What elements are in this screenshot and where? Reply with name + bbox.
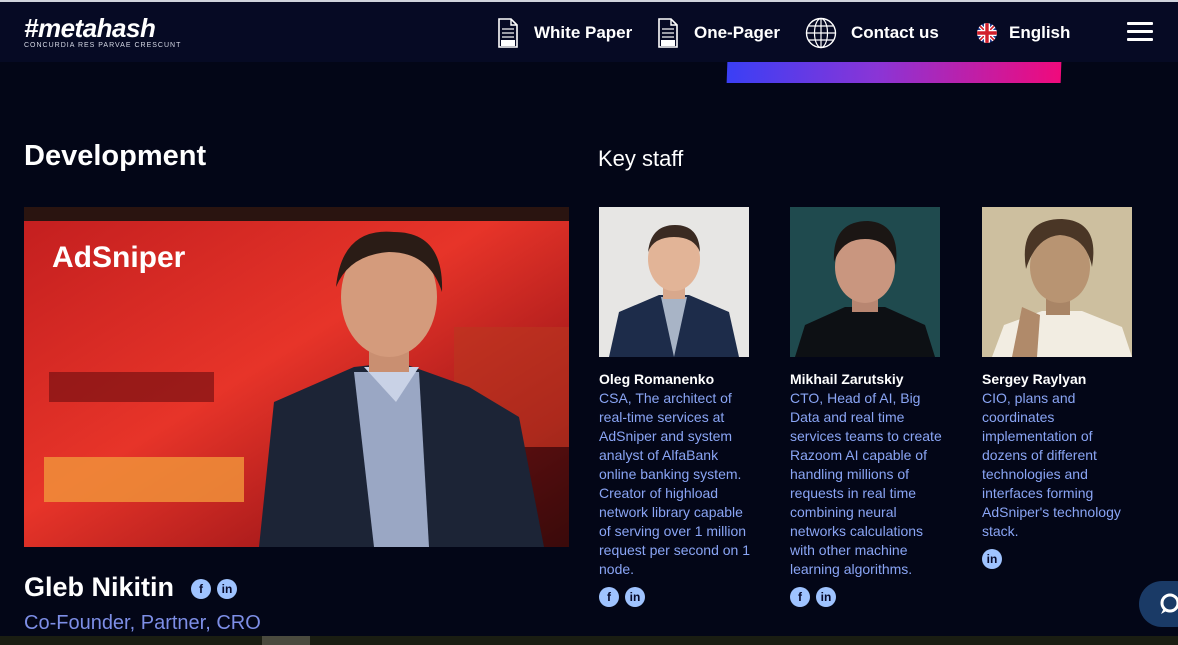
adsniper-brand-text: AdSniper [52, 241, 186, 274]
staff-name: Sergey Raylyan [982, 371, 1087, 387]
oleg-romanenko-photo [599, 207, 749, 357]
linkedin-icon[interactable]: in [982, 549, 1002, 569]
hamburger-menu-icon[interactable] [1127, 22, 1153, 42]
staff-name: Mikhail Zarutskiy [790, 371, 904, 387]
staff-social-links: in [982, 549, 1137, 569]
accent-gradient-bar [726, 62, 1062, 83]
site-header: #metahash CONCURDIA RES PARVAE CRESCUNT … [0, 2, 1178, 62]
facebook-icon[interactable]: f [191, 579, 211, 599]
globe-icon [805, 17, 837, 49]
linkedin-icon[interactable]: in [816, 587, 836, 607]
horizontal-scrollbar[interactable] [0, 636, 1178, 645]
language-label: English [1009, 23, 1071, 42]
development-title: Development [24, 140, 207, 172]
sergey-raylyan-photo [982, 207, 1132, 357]
linkedin-icon[interactable]: in [625, 587, 645, 607]
chat-bubble-icon [1160, 593, 1178, 614]
nav-white-paper[interactable]: White Paper [498, 16, 632, 50]
gleb-nikitin-photo: AdSniper [24, 207, 569, 547]
facebook-icon[interactable]: f [790, 587, 810, 607]
nav-contact-us-label: Contact us [851, 23, 939, 42]
language-selector[interactable]: English [977, 16, 1070, 50]
metahash-logo[interactable]: #metahash CONCURDIA RES PARVAE CRESCUNT [24, 13, 182, 49]
staff-card-oleg-romanenko: Oleg Romanenko CSA, The architect of rea… [599, 207, 754, 607]
staff-description: CIO, plans and coordinates implementatio… [982, 390, 1121, 539]
nav-contact-us[interactable]: Contact us [805, 16, 939, 50]
facebook-icon[interactable]: f [599, 587, 619, 607]
logo-tagline: CONCURDIA RES PARVAE CRESCUNT [24, 42, 182, 49]
nav-one-pager[interactable]: One-Pager [658, 16, 780, 50]
staff-social-links: f in [599, 587, 754, 607]
gleb-nikitin-social: f in [191, 579, 243, 599]
chat-widget-button[interactable] [1139, 581, 1178, 627]
gleb-nikitin-role: Co-Founder, Partner, CRO [24, 612, 261, 634]
logo-text: #metahash [24, 13, 156, 43]
nav-white-paper-label: White Paper [534, 23, 633, 42]
pdf-icon [498, 18, 518, 48]
key-staff-title: Key staff [598, 146, 684, 171]
nav-one-pager-label: One-Pager [694, 23, 780, 42]
linkedin-icon[interactable]: in [217, 579, 237, 599]
mikhail-zarutskiy-photo [790, 207, 940, 357]
staff-social-links: f in [790, 587, 945, 607]
scrollbar-thumb[interactable] [262, 636, 310, 645]
gleb-nikitin-name: Gleb Nikitin [24, 572, 175, 602]
staff-name: Oleg Romanenko [599, 371, 715, 387]
staff-description: CSA, The architect of real-time services… [599, 390, 750, 577]
staff-description: CTO, Head of AI, Big Data and real time … [790, 390, 942, 577]
uk-flag-icon [977, 23, 997, 43]
pdf-icon [658, 18, 678, 48]
staff-card-sergey-raylyan: Sergey Raylyan CIO, plans and coordinate… [982, 207, 1137, 569]
staff-card-mikhail-zarutskiy: Mikhail Zarutskiy CTO, Head of AI, Big D… [790, 207, 945, 607]
